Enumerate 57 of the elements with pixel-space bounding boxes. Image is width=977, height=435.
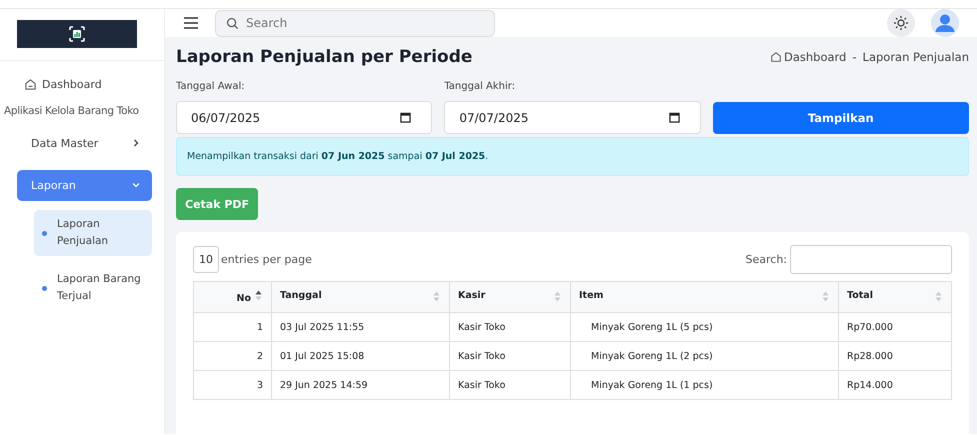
chevron-right-icon (132, 139, 140, 147)
table-cell: 01 Jul 2025 15:08 (272, 342, 450, 370)
column-header[interactable]: Total (838, 282, 952, 312)
sort-arrows-icon (935, 290, 942, 302)
sort-arrows-icon (255, 290, 262, 301)
table-cell: Minyak Goreng 1L (2 pcs) (570, 342, 838, 370)
sidebar-subitem[interactable]: Laporan Barang Terjual (34, 265, 152, 311)
table-search-field[interactable] (790, 245, 952, 274)
sort-arrows-icon (554, 290, 561, 302)
theme-toggle-button[interactable] (887, 9, 915, 37)
table-cell: 29 Jun 2025 14:59 (272, 370, 450, 400)
info-alert: Menampilkan transaksi dari 07 Jun 2025 sampai 07 Jul 2025. (176, 137, 969, 176)
sun-icon (893, 15, 909, 31)
table-cell: Minyak Goreng 1L (1 pcs) (570, 370, 838, 400)
sidebar-item[interactable]: Laporan (17, 170, 152, 201)
sort-arrows-icon (433, 290, 440, 302)
column-header[interactable]: Item (570, 282, 838, 312)
sidebar-item[interactable]: Data Master (17, 128, 152, 159)
table-cell: Kasir Toko (450, 312, 570, 342)
sort-arrows-icon (822, 290, 829, 302)
calendar-icon (400, 112, 412, 123)
date-field[interactable]: 07/07/2025 (444, 101, 701, 134)
breadcrumb-current: Laporan Penjualan (862, 50, 969, 64)
page-size-select[interactable]: 10 (193, 246, 219, 273)
field-label: Tanggal Awal: (176, 81, 246, 92)
table-cell: Rp70.000 (838, 312, 952, 342)
sidebar-item[interactable]: Dashboard (24, 75, 164, 93)
field-label: Tanggal Akhir: (444, 81, 516, 92)
menu-icon[interactable] (183, 16, 199, 30)
calendar-icon (668, 112, 680, 123)
table-cell: Minyak Goreng 1L (5 pcs) (570, 312, 838, 342)
table-cell: Rp14.000 (838, 370, 952, 400)
sidebar-subitem[interactable]: Laporan Penjualan (34, 210, 152, 256)
chevron-down-icon (132, 181, 140, 189)
table-cell: 1 (194, 312, 272, 342)
column-header[interactable]: Tanggal (272, 282, 450, 312)
show-button[interactable]: Tampilkan (712, 102, 969, 134)
date-field[interactable]: 06/07/2025 (176, 101, 432, 134)
breadcrumb-separator: - (852, 50, 857, 64)
home-icon (24, 78, 37, 90)
column-header[interactable]: Kasir (450, 282, 570, 312)
table-cell: Kasir Toko (450, 342, 570, 370)
table-cell: Kasir Toko (450, 370, 570, 400)
breadcrumb-link[interactable]: Dashboard (770, 50, 846, 64)
search-field[interactable]: Search (215, 10, 495, 36)
chart-logo-icon (68, 25, 86, 43)
home-icon (770, 51, 782, 63)
search-label: Search: (746, 253, 787, 266)
page-size-label: entries per page (221, 253, 312, 266)
sidebar-heading: Aplikasi Kelola Barang Toko (4, 105, 140, 117)
page-title: Laporan Penjualan per Periode (176, 47, 472, 67)
column-header[interactable]: No (194, 282, 272, 312)
table-cell: 2 (194, 342, 272, 370)
table-cell: Rp28.000 (838, 342, 952, 370)
table-cell: 03 Jul 2025 11:55 (272, 312, 450, 342)
user-avatar-icon[interactable] (931, 9, 959, 37)
table-cell: 3 (194, 370, 272, 400)
